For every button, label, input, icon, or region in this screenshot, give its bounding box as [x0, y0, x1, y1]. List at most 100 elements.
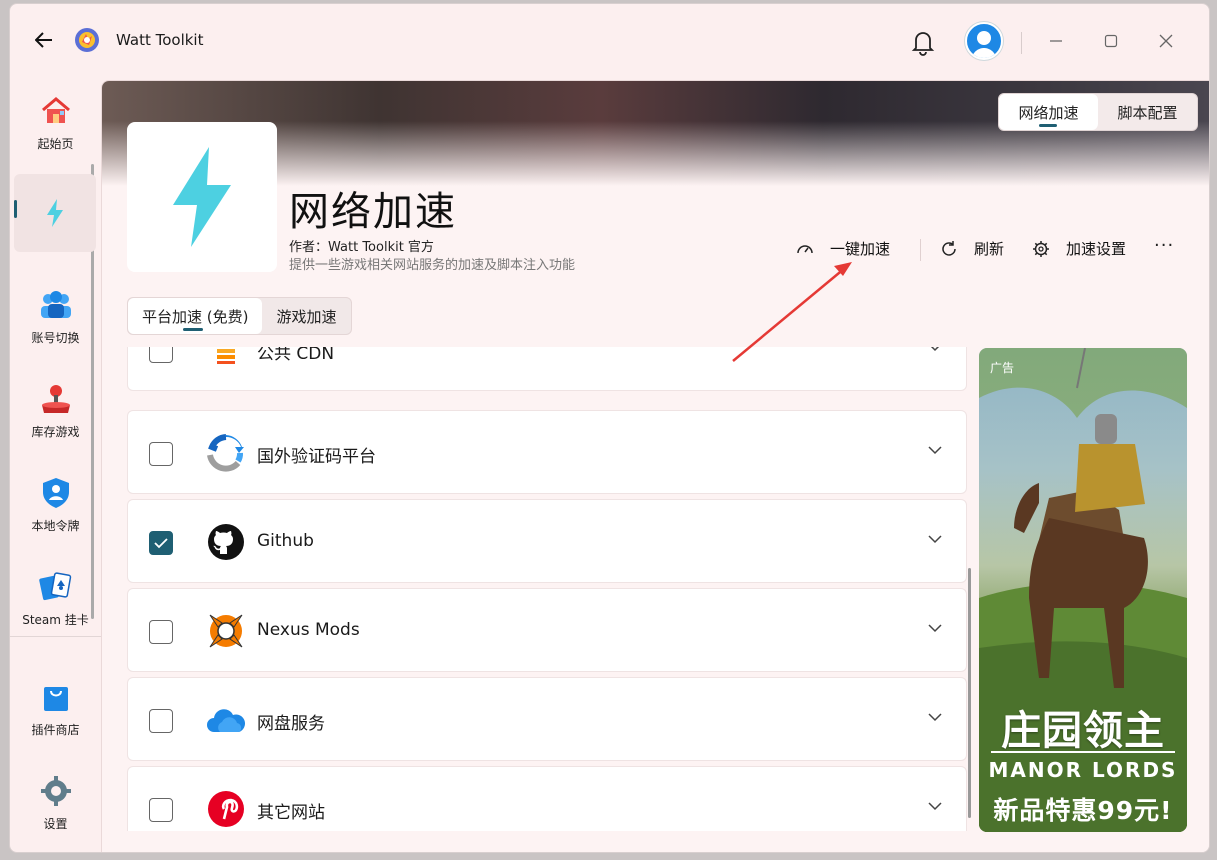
plugin-description: 提供一些游戏相关网站服务的加速及脚本注入功能	[289, 258, 576, 273]
speedometer-icon	[796, 240, 814, 258]
minimize-icon	[1050, 40, 1062, 42]
tab-game-acceleration[interactable]: 游戏加速	[262, 298, 350, 334]
sidebar-item-network-acceleration[interactable]	[14, 174, 96, 252]
chevron-down-icon[interactable]	[926, 441, 944, 459]
close-icon	[1159, 34, 1173, 48]
cards-icon	[38, 570, 73, 604]
titlebar-divider	[1021, 32, 1022, 54]
sidebar-divider	[10, 636, 101, 637]
header-tabs: 网络加速 脚本配置	[998, 93, 1198, 131]
service-checkbox[interactable]	[149, 531, 173, 555]
ad-subtitle: MANOR LORDS	[988, 758, 1178, 782]
chevron-down-icon[interactable]	[926, 797, 944, 815]
service-checkbox[interactable]	[149, 620, 173, 644]
user-avatar[interactable]	[965, 22, 1003, 60]
app-logo-icon	[73, 26, 101, 54]
sidebar-item-home[interactable]: 起始页	[10, 84, 101, 162]
acceleration-settings-label: 加速设置	[1066, 240, 1127, 258]
tab-script-config[interactable]: 脚本配置	[1098, 94, 1197, 130]
ad-divider	[991, 751, 1175, 753]
acceleration-settings-button[interactable]: 加速设置	[1032, 238, 1126, 259]
pinterest-icon	[206, 789, 246, 829]
advertisement-banner[interactable]: 广告 庄园领主 MANOR LORDS 新品特惠99元!	[979, 348, 1187, 832]
service-list: 公共 CDN 国外验证码平台 Github Nexus Mods 网盘服务 其它…	[127, 347, 967, 831]
maximize-button[interactable]	[1098, 28, 1124, 54]
refresh-icon	[940, 240, 958, 258]
ad-tag: 广告	[990, 361, 1015, 375]
tab-network-acceleration[interactable]: 网络加速	[999, 94, 1098, 130]
sidebar-item-account-switch[interactable]: 账号切换	[10, 278, 101, 356]
accelerate-label: 一键加速	[830, 240, 891, 258]
service-name: Github	[257, 531, 314, 551]
service-checkbox[interactable]	[149, 347, 173, 363]
sidebar-item-label: 本地令牌	[31, 519, 80, 533]
lightning-icon	[173, 147, 231, 247]
chevron-down-icon[interactable]	[926, 530, 944, 548]
service-name: 公共 CDN	[257, 347, 335, 364]
ad-title: 庄园领主	[1001, 708, 1165, 754]
sidebar-item-label: 库存游戏	[31, 425, 80, 439]
service-name: 其它网站	[257, 803, 325, 823]
active-indicator	[14, 200, 17, 218]
recaptcha-icon	[206, 433, 246, 473]
sidebar: 起始页 账号切换 库存游戏 本地令牌 Steam 挂卡 插件商店 设置	[10, 80, 101, 852]
back-button[interactable]	[30, 26, 58, 54]
service-name: 国外验证码平台	[257, 447, 376, 467]
sidebar-item-label: 账号切换	[31, 331, 80, 345]
sidebar-item-steam-idle[interactable]: Steam 挂卡	[10, 560, 101, 638]
gear-icon	[1032, 240, 1050, 258]
gear-icon	[39, 774, 73, 808]
ad-promo: 新品特惠99元!	[993, 796, 1173, 825]
chevron-down-icon[interactable]	[926, 708, 944, 726]
list-item[interactable]: 网盘服务	[127, 677, 967, 761]
service-name: Nexus Mods	[257, 620, 360, 640]
action-divider	[920, 239, 921, 261]
list-item[interactable]: Github	[127, 499, 967, 583]
service-checkbox[interactable]	[149, 442, 173, 466]
acceleration-type-tabs: 平台加速 (免费) 游戏加速	[127, 297, 352, 335]
users-icon	[39, 288, 73, 322]
chevron-down-icon[interactable]	[926, 619, 944, 637]
home-icon	[39, 94, 73, 128]
title-bar: Watt Toolkit	[10, 4, 1209, 80]
minimize-button[interactable]	[1043, 28, 1069, 54]
accelerate-button[interactable]: 一键加速	[796, 238, 890, 259]
notification-bell-icon[interactable]	[910, 28, 936, 56]
list-scrollbar[interactable]	[968, 568, 971, 818]
sidebar-item-settings[interactable]: 设置	[10, 764, 101, 842]
plugin-author: 作者：Watt Toolkit 官方	[289, 240, 434, 255]
sidebar-item-label: 起始页	[37, 137, 74, 151]
chevron-down-icon[interactable]	[926, 347, 944, 356]
service-checkbox[interactable]	[149, 709, 173, 733]
maximize-icon	[1104, 34, 1118, 48]
shield-icon	[39, 476, 73, 510]
cloud-icon	[206, 700, 246, 740]
shopping-bag-icon	[39, 680, 73, 714]
sidebar-item-label: Steam 挂卡	[22, 613, 89, 627]
sidebar-item-plugin-store[interactable]: 插件商店	[10, 670, 101, 748]
close-button[interactable]	[1153, 28, 1179, 54]
list-item[interactable]: 公共 CDN	[127, 347, 967, 391]
more-options-button[interactable]: ···	[1154, 235, 1174, 256]
list-item[interactable]: Nexus Mods	[127, 588, 967, 672]
refresh-button[interactable]: 刷新	[940, 238, 1004, 259]
joystick-icon	[39, 382, 73, 416]
sidebar-item-label: 设置	[43, 817, 68, 831]
github-icon	[206, 522, 246, 562]
app-title: Watt Toolkit	[116, 31, 204, 49]
checkmark-icon	[154, 538, 168, 549]
service-checkbox[interactable]	[149, 798, 173, 822]
tab-platform-acceleration[interactable]: 平台加速 (免费)	[128, 298, 263, 334]
main-content: 网络加速 脚本配置 网络加速 作者：Watt Toolkit 官方 提供一些游戏…	[101, 80, 1209, 852]
sidebar-item-local-token[interactable]: 本地令牌	[10, 466, 101, 544]
cdn-icon	[206, 347, 246, 370]
service-name: 网盘服务	[257, 714, 325, 734]
nexus-mods-icon	[206, 611, 246, 651]
lightning-icon	[38, 196, 72, 230]
list-item[interactable]: 国外验证码平台	[127, 410, 967, 494]
plugin-icon-card	[127, 122, 277, 272]
arrow-left-icon	[35, 32, 52, 48]
sidebar-item-game-library[interactable]: 库存游戏	[10, 372, 101, 450]
app-window: Watt Toolkit 起始页 账号切换 库存游戏 本地令牌 Steam 挂卡…	[9, 3, 1210, 853]
list-item[interactable]: 其它网站	[127, 766, 967, 831]
